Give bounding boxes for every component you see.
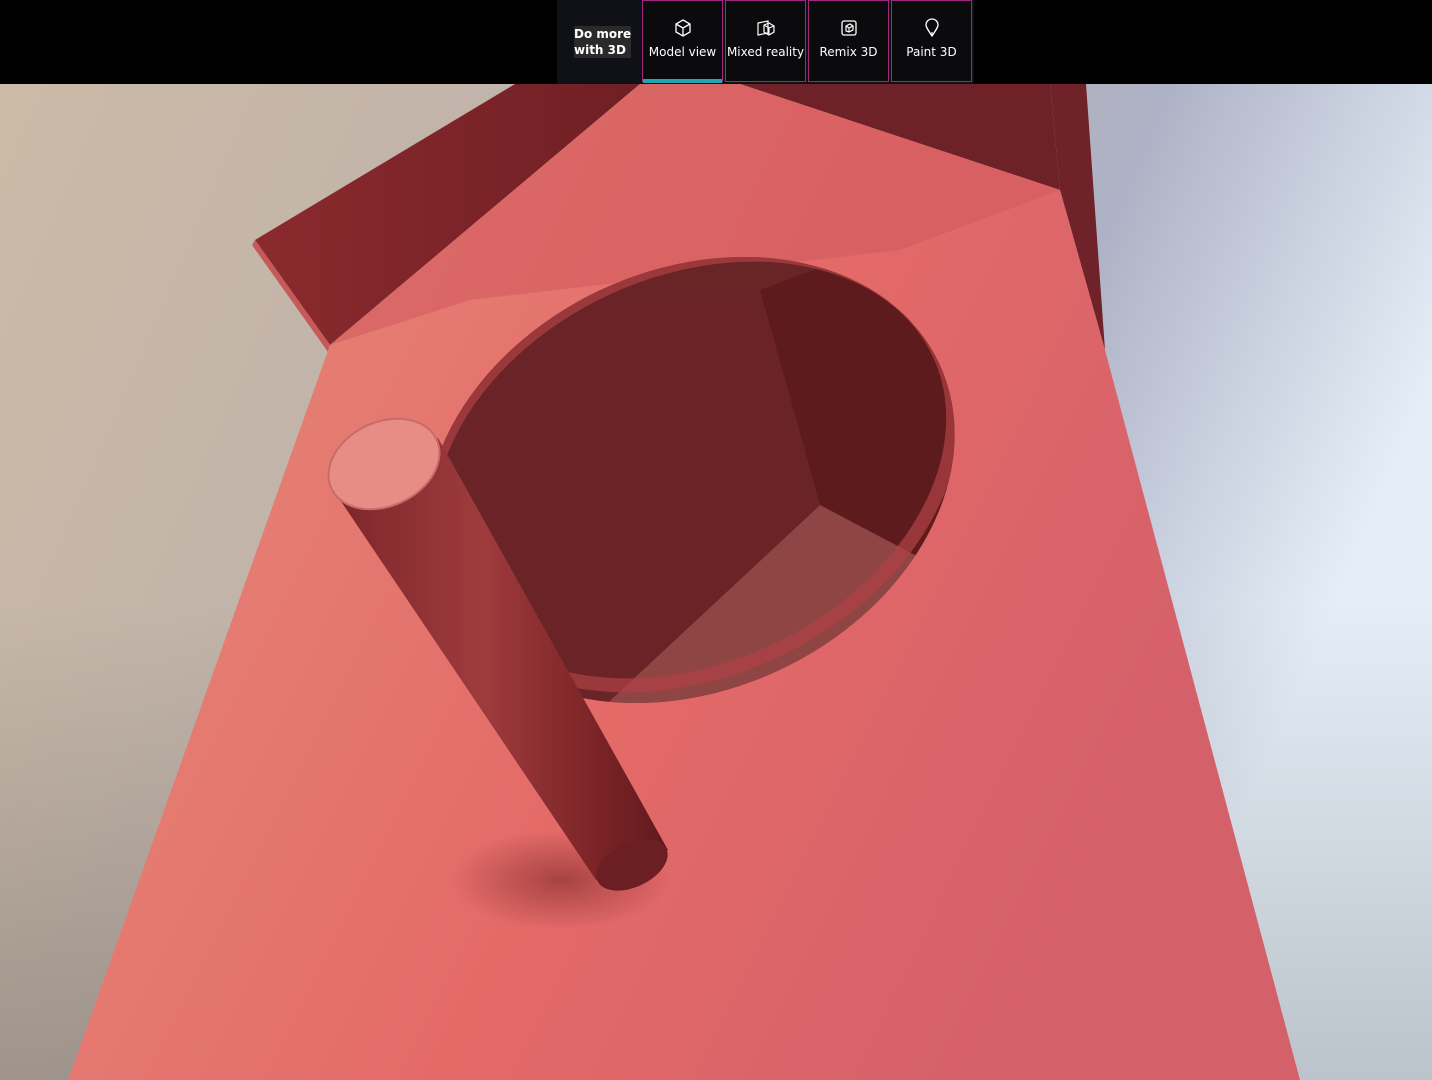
paint-3d-button[interactable]: Paint 3D: [891, 0, 972, 82]
3d-model-viewport[interactable]: [0, 84, 1432, 1080]
mixed-reality-button[interactable]: Mixed reality: [725, 0, 806, 82]
model-view-label: Model view: [648, 45, 717, 59]
do-more-toolbar: Do more with 3D Model view Mixed reality: [557, 0, 974, 84]
paint-3d-icon: [924, 18, 939, 38]
mixed-reality-icon: [756, 20, 775, 36]
do-more-with-3d-header: Do more with 3D: [557, 0, 642, 84]
remix-3d-button[interactable]: Remix 3D: [808, 0, 889, 82]
mixed-reality-label: Mixed reality: [726, 45, 805, 59]
remix-3d-label: Remix 3D: [819, 45, 878, 59]
3d-scene: [0, 84, 1432, 1080]
do-more-label: Do more with 3D: [574, 26, 632, 58]
cube-icon: [674, 19, 691, 37]
top-bar: Do more with 3D Model view Mixed reality: [0, 0, 1432, 84]
model-view-button[interactable]: Model view: [642, 0, 723, 83]
remix-icon: [840, 20, 857, 36]
paint-3d-label: Paint 3D: [906, 45, 957, 59]
